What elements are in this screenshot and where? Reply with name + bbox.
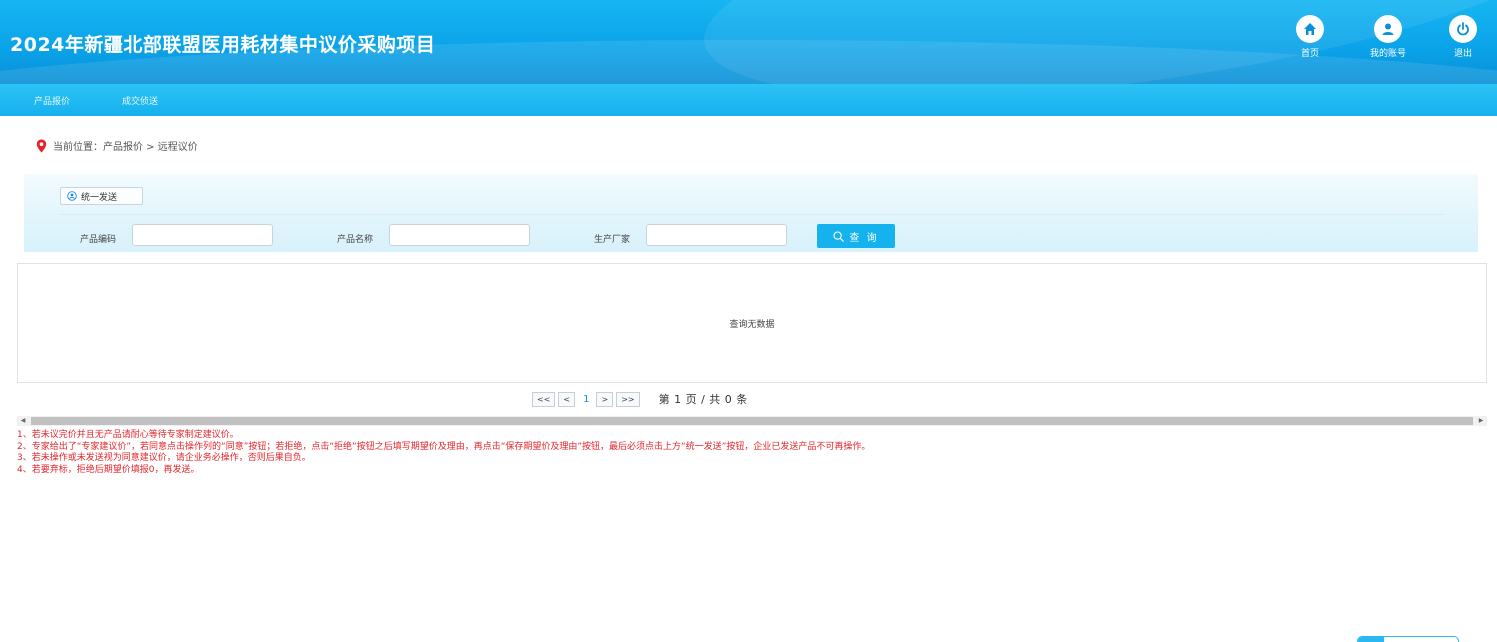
scroll-right-arrow-icon[interactable]: ▶ [1475,416,1487,426]
product-code-input[interactable] [132,224,273,246]
first-page-button[interactable]: << [532,391,556,407]
home-button[interactable]: 首页 [1285,15,1335,59]
manufacturer-label: 生产厂家 [594,235,631,245]
page-info: 第 1 页 / 共 0 条 [658,393,748,406]
prev-page-button[interactable]: < [558,391,576,407]
last-page-button[interactable]: >> [616,391,640,407]
manufacturer-input[interactable] [646,224,787,246]
current-page[interactable]: 1 [583,394,589,405]
home-label: 首页 [1300,49,1319,59]
home-icon [1296,15,1324,43]
note-line: 4、若要弃标，拒绝后期望价填报0，再发送。 [17,464,200,475]
horizontal-scrollbar[interactable]: ◀ ▶ [17,416,1487,426]
nav-item-deal-delivery[interactable]: 成交侦送 [122,94,158,107]
instructions-notes: 1、若未议完价并且无产品请耐心等待专家制定建议价。 2、专家给出了“专家建议价”… [17,430,870,476]
pagination: << < 1 > >> 第 1 页 / 共 0 条 [532,391,748,407]
product-code-label: 产品编码 [80,235,117,245]
power-icon [1449,15,1477,43]
app-header: 2024年新疆北部联盟医用耗材集中议价采购项目 首页 我的账号 退出 [0,0,1497,84]
nav-item-product-quote[interactable]: 产品报价 [34,94,70,107]
product-name-label: 产品名称 [337,235,374,245]
scrollbar-thumb[interactable] [31,417,1473,425]
results-grid: 查询无数据 [17,263,1487,383]
my-account-button[interactable]: 我的账号 [1363,15,1413,59]
location-pin-icon [36,139,47,152]
scroll-left-arrow-icon[interactable]: ◀ [17,416,29,426]
logout-button[interactable]: 退出 [1438,15,1488,59]
logout-label: 退出 [1453,49,1472,59]
breadcrumb-text: 当前位置：产品报价 > 远程议价 [53,142,198,153]
empty-state-text: 查询无数据 [729,319,775,330]
note-line: 3、若未操作或未发送视为同意建议价，请企业务必操作，否则后果自负。 [17,453,311,463]
query-button[interactable]: 查 询 [817,224,895,248]
query-label: 查 询 [849,232,879,244]
next-page-button[interactable]: > [596,391,614,407]
note-line: 1、若未议完价并且无产品请耐心等待专家制定建议价。 [17,430,239,440]
batch-send-label: 统一发送 [81,192,118,203]
floating-widget[interactable] [1357,636,1459,642]
product-name-input[interactable] [389,224,530,246]
breadcrumb: 当前位置：产品报价 > 远程议价 [36,138,198,153]
user-icon [1374,15,1402,43]
search-icon [833,230,845,242]
my-account-label: 我的账号 [1369,49,1406,59]
floating-widget-accent [1358,637,1384,642]
panel-divider [60,214,1444,215]
note-line: 2、专家给出了“专家建议价”，若同意点击操作列的“同意”按钮；若拒绝，点击“拒绝… [17,441,871,452]
filter-panel: 统一发送 产品编码 产品名称 生产厂家 查 询 [24,174,1478,252]
user-circle-icon [67,191,77,201]
batch-send-button[interactable]: 统一发送 [60,187,143,205]
page-title: 2024年新疆北部联盟医用耗材集中议价采购项目 [10,34,436,56]
main-nav: 产品报价 成交侦送 [0,84,1497,116]
